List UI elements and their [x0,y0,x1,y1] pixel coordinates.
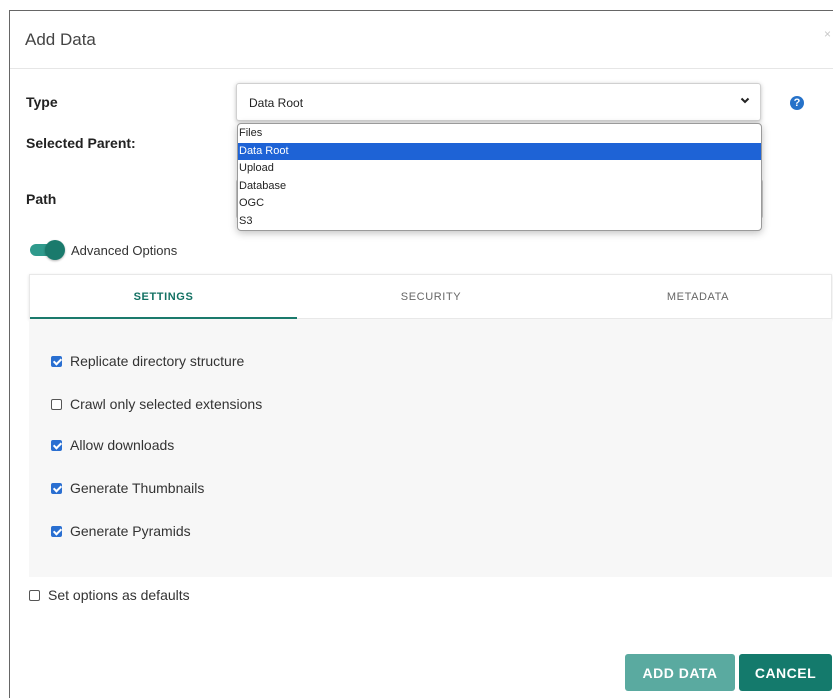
setting-label: Generate Thumbnails [70,480,205,496]
add-data-button[interactable]: ADD DATA [625,654,735,691]
type-select[interactable]: Data Root [236,83,761,121]
set-defaults-label: Set options as defaults [48,587,190,603]
set-defaults-option[interactable]: Set options as defaults [29,587,190,603]
dropdown-option-files[interactable]: Files [238,125,761,143]
selected-parent-label: Selected Parent: [26,135,136,151]
dropdown-option-data-root[interactable]: Data Root [238,142,761,160]
setting-crawl-extensions[interactable]: Crawl only selected extensions [51,396,262,412]
setting-generate-pyramids[interactable]: Generate Pyramids [51,523,191,539]
checkbox-icon[interactable] [29,589,40,601]
checkbox-icon[interactable] [51,482,62,494]
path-label: Path [26,191,57,207]
setting-label: Generate Pyramids [70,523,191,539]
setting-replicate-directory[interactable]: Replicate directory structure [51,353,244,369]
setting-generate-thumbnails[interactable]: Generate Thumbnails [51,480,204,496]
setting-label: Allow downloads [70,437,175,453]
checkbox-icon[interactable] [51,398,62,410]
type-select-value: Data Root [249,96,304,110]
settings-panel: Replicate directory structure Crawl only… [29,319,832,577]
checkbox-icon[interactable] [51,355,62,367]
help-icon[interactable]: ? [790,96,804,110]
tab-metadata[interactable]: METADATA [565,275,831,319]
title-divider [10,68,833,69]
close-icon[interactable]: × [824,27,831,41]
add-data-dialog: Add Data × Type Selected Parent: Path Da… [9,10,833,698]
checkbox-icon[interactable] [51,525,62,537]
tab-security[interactable]: SECURITY [297,275,565,319]
dropdown-option-upload[interactable]: Upload [238,160,761,178]
dropdown-option-database[interactable]: Database [238,178,761,196]
advanced-options-toggle[interactable] [30,240,65,260]
tab-settings[interactable]: SETTINGS [30,275,297,319]
dropdown-option-s3[interactable]: S3 [238,213,761,231]
type-dropdown-list: Files Data Root Upload Database OGC S3 [237,123,762,231]
checkbox-icon[interactable] [51,439,62,451]
setting-allow-downloads[interactable]: Allow downloads [51,437,174,453]
setting-label: Crawl only selected extensions [70,396,263,412]
dropdown-option-ogc[interactable]: OGC [238,195,761,213]
toggle-knob [45,240,65,260]
setting-label: Replicate directory structure [70,353,245,369]
dialog-title: Add Data [25,30,96,49]
chevron-down-icon [740,94,750,108]
tab-bar: SETTINGS SECURITY METADATA [29,274,832,319]
cancel-button[interactable]: CANCEL [739,654,832,691]
advanced-options-label: Advanced Options [71,243,178,258]
type-label: Type [26,94,58,110]
